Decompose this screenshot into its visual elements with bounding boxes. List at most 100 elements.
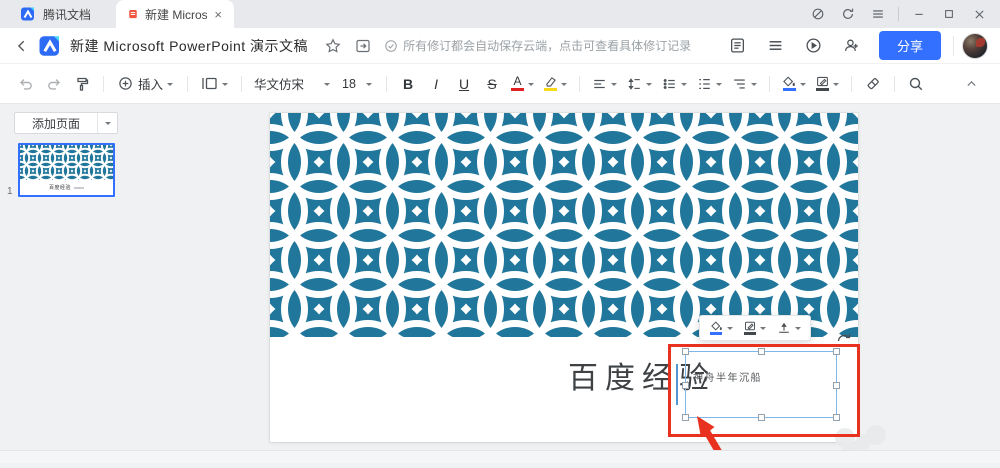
font-family-select[interactable]: 华文仿宋 (250, 70, 334, 98)
chevron-down-icon (324, 83, 330, 89)
workspace: 添加页面 1 百度经验 (0, 104, 1000, 463)
search-icon[interactable] (903, 70, 929, 98)
thumbnail-pattern (20, 145, 113, 180)
resize-handle-ne[interactable] (833, 348, 840, 355)
tencent-docs-favicon (20, 6, 36, 22)
divider (187, 76, 188, 92)
maximize-icon[interactable] (936, 2, 962, 26)
underline-glyph: U (459, 76, 469, 92)
resize-handle-se[interactable] (833, 414, 840, 421)
mini-arrange-button[interactable] (777, 322, 801, 334)
add-page-dropdown[interactable] (97, 113, 117, 133)
insert-plus-icon (118, 76, 133, 91)
highlight-icon (544, 76, 557, 91)
divider (953, 36, 954, 56)
avatar[interactable] (962, 33, 988, 59)
strikethrough-button[interactable]: S (479, 70, 505, 98)
line-spacing-button[interactable] (623, 70, 656, 98)
italic-button[interactable]: I (423, 70, 449, 98)
refresh-icon[interactable] (835, 2, 861, 26)
font-family-value: 华文仿宋 (254, 74, 304, 93)
divider (851, 76, 852, 92)
mini-fill-color-button[interactable] (710, 321, 733, 335)
border-color-icon (744, 321, 756, 335)
rotate-handle-icon[interactable] (836, 331, 852, 345)
minimize-icon[interactable] (906, 2, 932, 26)
resize-handle-w[interactable] (682, 382, 689, 389)
textbox-text[interactable]: 神舟半年沉船 (693, 369, 762, 384)
chevron-down-icon (760, 327, 766, 333)
page-bottom-band (0, 450, 1000, 463)
highlight-color-button[interactable] (540, 70, 571, 98)
selected-textbox[interactable]: 神舟半年沉船 (685, 351, 837, 418)
tab-label: 腾讯文档 (43, 6, 91, 23)
tab-close-icon[interactable]: × (214, 8, 222, 21)
block-icon[interactable] (805, 2, 831, 26)
numbered-list-icon (697, 77, 712, 91)
numbered-list-button[interactable] (693, 70, 726, 98)
eraser-icon[interactable] (860, 70, 886, 98)
slide-layout-button[interactable] (196, 70, 233, 98)
floating-shape-toolbar (699, 315, 811, 341)
title-bar: 新建 Microsoft PowerPoint 演示文稿 所有修订都会自动保存云… (0, 28, 1000, 64)
redo-icon[interactable] (41, 70, 67, 98)
resize-handle-s[interactable] (758, 414, 765, 421)
back-icon[interactable] (12, 36, 32, 56)
collapse-toolbar-icon[interactable] (958, 70, 984, 98)
move-to-folder-icon[interactable] (351, 34, 375, 58)
slide-canvas[interactable]: 百度经验 神舟半年沉船 (270, 113, 858, 442)
add-page-button[interactable]: 添加页面 (14, 112, 118, 134)
star-icon[interactable] (321, 34, 345, 58)
divider (579, 76, 580, 92)
present-icon[interactable] (802, 34, 826, 58)
chevron-down-icon (105, 122, 111, 128)
menu-icon[interactable] (764, 34, 788, 58)
autosave-text: 所有修订都会自动保存云端，点击可查看具体修订记录 (403, 37, 691, 54)
multilevel-list-icon (732, 77, 747, 91)
resize-handle-sw[interactable] (682, 414, 689, 421)
font-size-value: 18 (342, 77, 356, 91)
tab-tencent-docs[interactable]: 腾讯文档 (8, 0, 116, 28)
autosave-status[interactable]: 所有修订都会自动保存云端，点击可查看具体修订记录 (384, 37, 691, 54)
chevron-down-icon (167, 83, 173, 89)
document-title[interactable]: 新建 Microsoft PowerPoint 演示文稿 (70, 36, 308, 56)
slide-thumbnail[interactable]: 百度经验 (18, 143, 115, 197)
insert-button[interactable]: 插入 (112, 70, 179, 98)
tab-label: 新建 Microsoft P (145, 6, 207, 23)
app-menu-icon[interactable] (865, 2, 891, 26)
bullet-list-icon (662, 77, 677, 91)
font-color-icon: A (511, 76, 524, 91)
format-painter-icon[interactable] (69, 70, 95, 98)
multilevel-list-button[interactable] (728, 70, 761, 98)
tab-strip: 腾讯文档 新建 Microsoft P × (0, 0, 1000, 28)
italic-glyph: I (434, 76, 438, 92)
underline-button[interactable]: U (451, 70, 477, 98)
tab-active-presentation[interactable]: 新建 Microsoft P × (116, 0, 234, 28)
font-size-select[interactable]: 18 (336, 70, 378, 98)
text-align-button[interactable] (588, 70, 621, 98)
fill-color-button[interactable] (778, 70, 810, 98)
resize-handle-nw[interactable] (682, 348, 689, 355)
check-circle-icon (384, 39, 398, 53)
add-user-icon[interactable] (840, 34, 864, 58)
resize-handle-n[interactable] (758, 348, 765, 355)
font-color-button[interactable]: A (507, 70, 538, 98)
thumbnail-title: 百度经验 (49, 184, 71, 191)
chevron-down-icon (716, 83, 722, 89)
slide-number: 1 (7, 186, 13, 197)
bullet-list-button[interactable] (658, 70, 691, 98)
close-icon[interactable] (966, 2, 992, 26)
layout-icon (201, 76, 218, 91)
share-button[interactable]: 分享 (879, 31, 941, 60)
undo-icon[interactable] (13, 70, 39, 98)
resize-handle-e[interactable] (833, 382, 840, 389)
mini-border-color-button[interactable] (744, 321, 766, 335)
chevron-down-icon (528, 83, 534, 89)
insert-label: 插入 (138, 74, 163, 93)
outline-icon[interactable] (726, 34, 750, 58)
bold-button[interactable]: B (395, 70, 421, 98)
chevron-down-icon (833, 83, 839, 89)
border-color-button[interactable] (812, 70, 843, 98)
ppt-file-icon (128, 7, 138, 21)
chevron-down-icon (727, 327, 733, 333)
